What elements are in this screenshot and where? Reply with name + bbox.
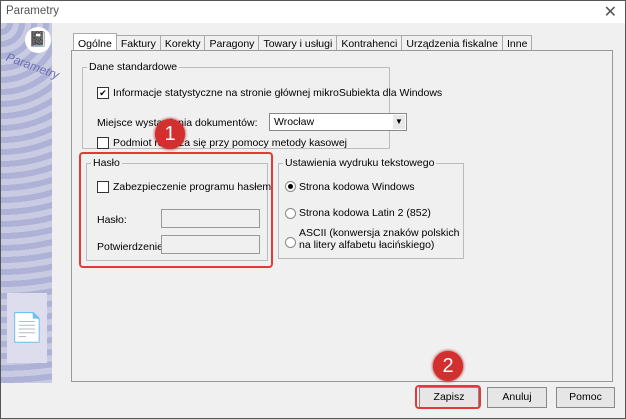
radio-ascii-label: ASCII (konwersja znaków polskich <box>299 227 460 239</box>
cancel-button[interactable]: Anuluj <box>487 387 547 408</box>
notebook-icon: 📓 <box>25 27 51 53</box>
stat-checkbox[interactable]: ✔ <box>97 87 109 99</box>
radio-windows[interactable] <box>285 181 296 192</box>
close-icon[interactable]: ✕ <box>604 2 617 22</box>
radio-latin2-label: Strona kodowa Latin 2 (852) <box>299 207 431 219</box>
group-legend: Ustawienia wydruku tekstowego <box>285 157 435 169</box>
stat-label: Informacje statystyczne na stronie główn… <box>113 87 443 99</box>
kasowa-checkbox[interactable] <box>97 137 109 149</box>
miejsce-value: Wrocław <box>274 116 315 128</box>
radio-ascii[interactable] <box>285 237 296 248</box>
kasowa-label: Podmiot rozlicza się przy pomocy metody … <box>113 137 348 149</box>
step-badge-1: 1 <box>155 119 185 149</box>
group-wydruk: Ustawienia wydruku tekstowego Strona kod… <box>278 157 464 259</box>
radio-ascii-label-2: na litery alfabetu łacińskiego) <box>299 239 435 251</box>
window-title: Parametry <box>6 5 60 17</box>
document-icon: 📄 <box>7 293 47 363</box>
chevron-down-icon[interactable]: ▼ <box>393 115 405 129</box>
highlight-haslo <box>79 152 273 268</box>
group-dane-standardowe: Dane standardowe ✔ Informacje statystycz… <box>82 61 442 149</box>
step-badge-2: 2 <box>433 351 463 381</box>
miejsce-select[interactable]: Wrocław ▼ <box>269 113 407 131</box>
radio-latin2[interactable] <box>285 208 296 219</box>
highlight-save <box>415 385 481 409</box>
radio-windows-label: Strona kodowa Windows <box>299 181 415 193</box>
sidebar-banner: 📓 Parametry 📄 <box>1 23 61 383</box>
help-button[interactable]: Pomoc <box>556 387 615 408</box>
title-bar: Parametry ✕ <box>1 1 625 23</box>
group-legend: Dane standardowe <box>89 61 178 73</box>
sidebar-brand: Parametry <box>4 49 62 83</box>
